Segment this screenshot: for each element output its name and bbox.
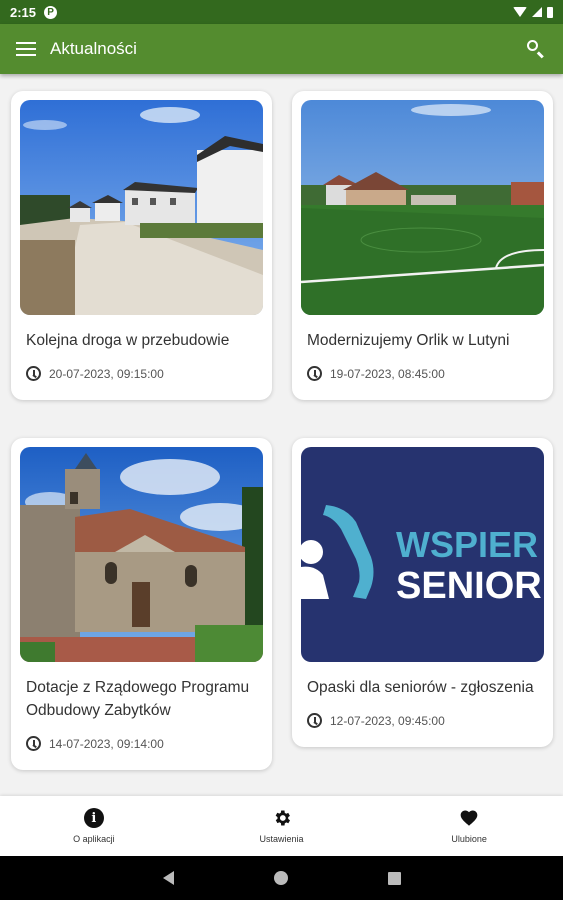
nav-about[interactable]: i O aplikacji [0,796,188,856]
status-icons [513,6,553,18]
news-image-field [301,100,544,315]
news-date-text: 12-07-2023, 09:45:00 [330,713,445,728]
search-icon[interactable] [525,38,547,60]
nav-favorites[interactable]: Ulubione [375,796,563,856]
senior-image-line2: SENIOR [396,565,542,607]
news-date-text: 14-07-2023, 09:14:00 [49,736,164,751]
news-date: 20-07-2023, 09:15:00 [26,366,257,381]
bottom-navigation: i O aplikacji Ustawienia Ulubione [0,796,563,856]
clock-icon [307,366,322,381]
battery-icon [547,6,553,18]
news-image-senior: WSPIER SENIOR [301,447,544,662]
news-title: Kolejna droga w przebudowie [26,332,230,349]
nav-settings[interactable]: Ustawienia [188,796,376,856]
status-bar: 2:15 P [0,0,563,24]
news-date: 14-07-2023, 09:14:00 [26,736,257,751]
news-image-road [20,100,263,315]
heart-icon [460,810,478,826]
hamburger-menu-icon[interactable] [16,42,36,56]
news-title: Modernizujemy Orlik w Lutyni [307,332,510,349]
clock-icon [307,713,322,728]
news-date: 12-07-2023, 09:45:00 [307,713,538,728]
news-list[interactable]: Kolejna droga w przebudowie 20-07-2023, … [0,74,563,796]
clock-icon [26,366,41,381]
news-card[interactable]: Modernizujemy Orlik w Lutyni 19-07-2023,… [292,91,553,400]
news-card[interactable]: WSPIER SENIOR Opaski dla seniorów - zgło… [292,438,553,747]
news-image-church [20,447,263,662]
news-date: 19-07-2023, 08:45:00 [307,366,538,381]
page-title: Aktualności [50,39,137,58]
parking-indicator-icon: P [44,5,58,19]
back-icon[interactable] [162,871,174,885]
signal-icon [532,7,542,17]
wifi-icon [513,7,527,17]
home-icon[interactable] [273,871,288,885]
news-title: Opaski dla seniorów - zgłoszenia [307,679,534,696]
nav-favorites-label: Ulubione [451,834,487,844]
status-time: 2:15 [10,4,37,20]
nav-about-label: O aplikacji [73,834,115,844]
recent-apps-icon[interactable] [387,871,401,885]
senior-image-line1: WSPIER [396,524,538,565]
news-card[interactable]: Kolejna droga w przebudowie 20-07-2023, … [11,91,272,400]
system-navigation-bar [0,856,563,900]
clock-icon [26,736,41,751]
gear-icon [275,810,290,826]
nav-settings-label: Ustawienia [259,834,304,844]
news-title: Dotacje z Rządowego Programu Odbudowy Za… [26,679,250,719]
app-bar: Aktualności [0,24,563,74]
news-card[interactable]: Dotacje z Rządowego Programu Odbudowy Za… [11,438,272,770]
news-date-text: 19-07-2023, 08:45:00 [330,366,445,381]
info-icon: i [83,808,104,828]
news-date-text: 20-07-2023, 09:15:00 [49,366,164,381]
